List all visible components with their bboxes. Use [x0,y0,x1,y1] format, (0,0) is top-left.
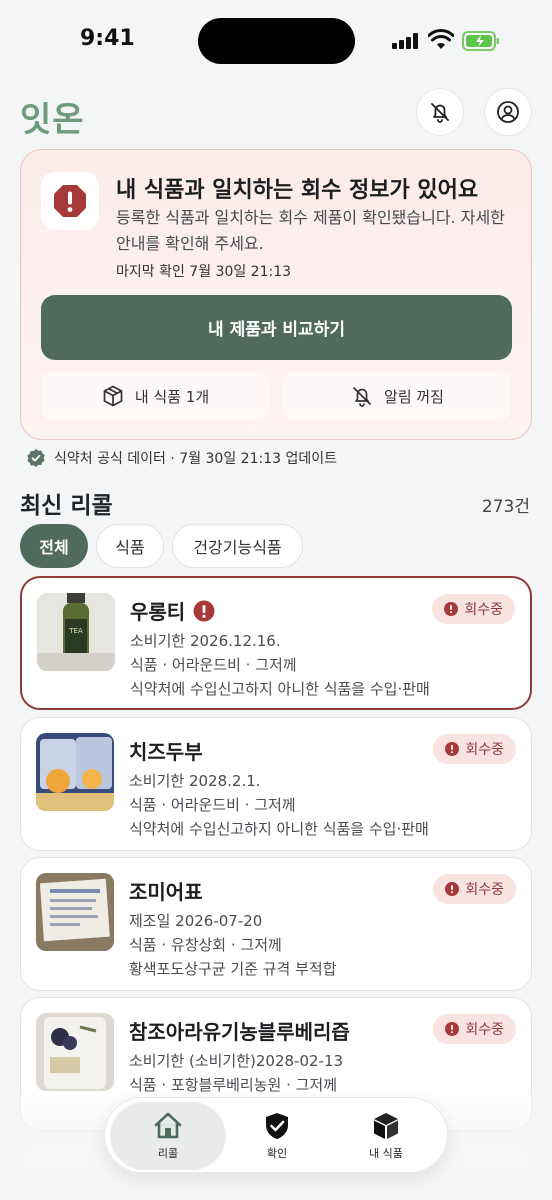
recall-date: 제조일 2026-07-20 [129,912,263,930]
recall-meta: 식품 · 어라운드비 · 그저께 [130,656,297,674]
product-image [36,733,114,811]
status-badge: 회수중 [433,874,516,904]
alert-octagon-icon [54,185,86,217]
recall-meta: 식품 · 유창상회 · 그저께 [129,936,282,954]
status-badge-text: 회수중 [465,882,504,898]
shield-check-icon [266,1113,288,1139]
notifications-off-button[interactable]: 알림 꺼짐 [283,372,511,420]
recall-date: 소비기한 (소비기한)2028-02-13 [129,1052,344,1070]
data-source-text: 식약처 공식 데이터 · 7월 30일 21:13 업데이트 [54,451,337,467]
wifi-icon [428,29,454,49]
app-title: 잇온 [20,100,85,140]
status-badge: 회수중 [432,594,515,624]
nav-label: 내 식품 [369,1147,403,1160]
recall-reason: 황색포도상구균 기준 규격 부적합 [129,960,337,978]
dynamic-island [198,18,355,64]
status-bar: 9:41 [0,0,552,84]
bottom-navigation: 리콜 확인 내 식품 [104,1097,448,1173]
recall-date: 소비기한 2026.12.16. [130,632,281,650]
recall-card[interactable]: 조미어표 제조일 2026-07-20 식품 · 유창상회 · 그저께 황색포도… [20,857,532,991]
filter-chip-all[interactable]: 전체 [20,524,88,568]
alert-dot-icon [445,1022,460,1036]
alert-dot-icon [444,602,459,616]
filter-chip-food[interactable]: 식품 [96,524,164,568]
box-icon [374,1113,398,1139]
svg-text:TEA: TEA [68,627,83,635]
home-icon [154,1112,182,1139]
product-image [36,1013,114,1091]
my-foods-label: 내 식품 1개 [134,387,210,406]
matched-warning-icon [193,600,215,621]
alert-icon-box [41,172,99,230]
nav-tab-recall[interactable]: 리콜 [110,1102,226,1170]
nav-tab-check[interactable]: 확인 [219,1102,335,1170]
status-badge-text: 회수중 [464,602,503,618]
bell-off-icon [353,387,371,407]
product-image: TEA [37,593,115,671]
alert-dot-icon [445,742,460,756]
recall-name-text: 우롱티 [130,600,186,624]
bell-off-icon [431,103,449,123]
box-icon [103,385,123,407]
data-source-line: 식약처 공식 데이터 · 7월 30일 21:13 업데이트 [26,448,337,468]
recall-name: 치즈두부 [129,740,203,764]
recall-meta: 식품 · 어라운드비 · 그저께 [129,796,296,814]
recall-name: 조미어표 [129,880,203,904]
recall-reason: 식약처에 수입신고하지 아니한 식품을 수입·판매 [129,820,429,838]
alert-dot-icon [445,882,460,896]
recall-card[interactable]: 치즈두부 소비기한 2028.2.1. 식품 · 어라운드비 · 그저께 식약처… [20,717,532,851]
profile-button[interactable] [484,88,532,136]
nav-label: 리콜 [157,1147,179,1160]
recall-reason: 식약처에 수입신고하지 아니한 식품을 수입·판매 [130,680,430,698]
battery-icon [462,31,499,51]
recall-date: 소비기한 2028.2.1. [129,772,261,790]
notification-toggle-button[interactable] [416,88,464,136]
user-circle-icon [497,101,519,123]
filter-chip-health-food[interactable]: 건강기능식품 [172,524,303,568]
nav-tab-my-foods[interactable]: 내 식품 [328,1102,444,1170]
recall-name: 우롱티 [130,596,215,625]
recall-alert-card: 내 식품과 일치하는 회수 정보가 있어요 등록한 식품과 일치하는 회수 제품… [20,149,532,440]
verified-badge-icon [27,449,45,467]
status-badge: 회수중 [433,1014,516,1044]
status-time: 9:41 [80,26,135,51]
my-foods-button[interactable]: 내 식품 1개 [41,372,269,420]
status-badge-text: 회수중 [465,742,504,758]
signal-icon [392,33,420,49]
status-badge-text: 회수중 [465,1022,504,1038]
notifications-off-label: 알림 꺼짐 [384,387,444,406]
nav-label: 확인 [266,1147,288,1160]
product-image [36,873,114,951]
alert-last-checked: 마지막 확인 7월 30일 21:13 [116,264,292,280]
recall-count: 273건 [481,497,530,517]
recall-name: 참조아라유기농블루베리즙 [129,1020,350,1044]
alert-title: 내 식품과 일치하는 회수 정보가 있어요 [116,178,479,203]
alert-description: 등록한 식품과 일치하는 회수 제품이 확인됐습니다. 자세한 안내를 확인해 … [116,208,505,253]
section-title: 최신 리콜 [20,493,113,519]
compare-products-button[interactable]: 내 제품과 비교하기 [41,295,512,360]
status-badge: 회수중 [433,734,516,764]
recall-card[interactable]: TEA 우롱티 소비기한 2026.12.16. 식품 · 어라운드비 · 그저… [20,576,532,710]
